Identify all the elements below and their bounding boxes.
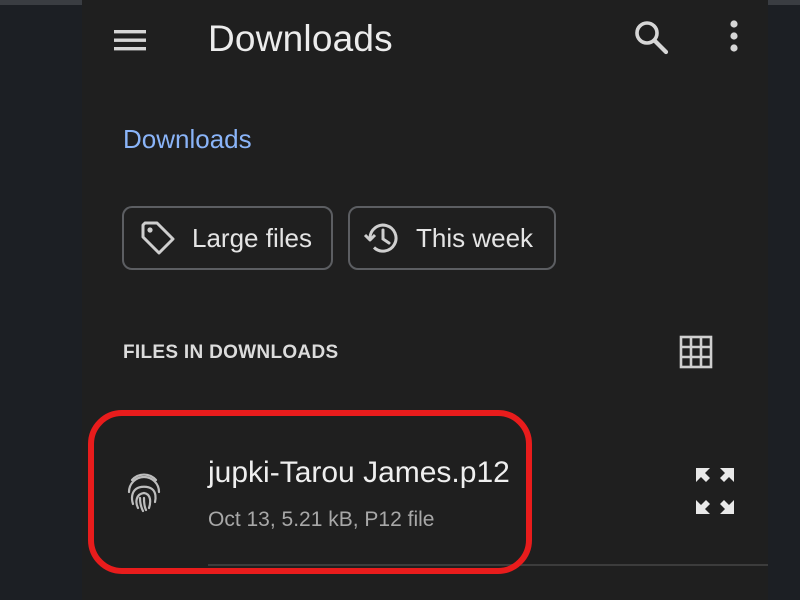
list-divider <box>208 564 768 566</box>
history-icon <box>363 223 398 253</box>
this-week-chip[interactable]: This week <box>348 206 556 270</box>
app-bar: Downloads <box>82 0 768 80</box>
grid-view-button[interactable] <box>678 334 714 370</box>
fingerprint-icon <box>127 473 161 513</box>
section-header: FILES IN DOWNLOADS <box>123 342 339 363</box>
file-meta: Oct 13, 5.21 kB, P12 file <box>208 508 435 531</box>
this-week-chip-label: This week <box>416 222 534 253</box>
page-title: Downloads <box>208 18 393 59</box>
more-vertical-icon <box>730 20 738 52</box>
tag-icon <box>141 221 175 255</box>
downloads-screen: Downloads Downloads Large files This wee… <box>82 0 768 600</box>
more-options-button[interactable] <box>718 16 750 60</box>
expand-icon <box>696 468 734 514</box>
search-icon <box>635 21 669 55</box>
file-list-item[interactable]: jupki-Tarou James.p12 Oct 13, 5.21 kB, P… <box>82 420 768 560</box>
file-name: jupki-Tarou James.p12 <box>208 456 510 489</box>
menu-button[interactable] <box>110 20 150 60</box>
search-button[interactable] <box>630 16 674 60</box>
hamburger-menu-icon <box>114 30 146 51</box>
large-files-chip[interactable]: Large files <box>122 206 333 270</box>
large-files-chip-label: Large files <box>192 222 312 253</box>
grid-view-icon <box>679 335 713 369</box>
breadcrumb-downloads[interactable]: Downloads <box>123 124 252 155</box>
expand-button[interactable] <box>692 464 738 518</box>
